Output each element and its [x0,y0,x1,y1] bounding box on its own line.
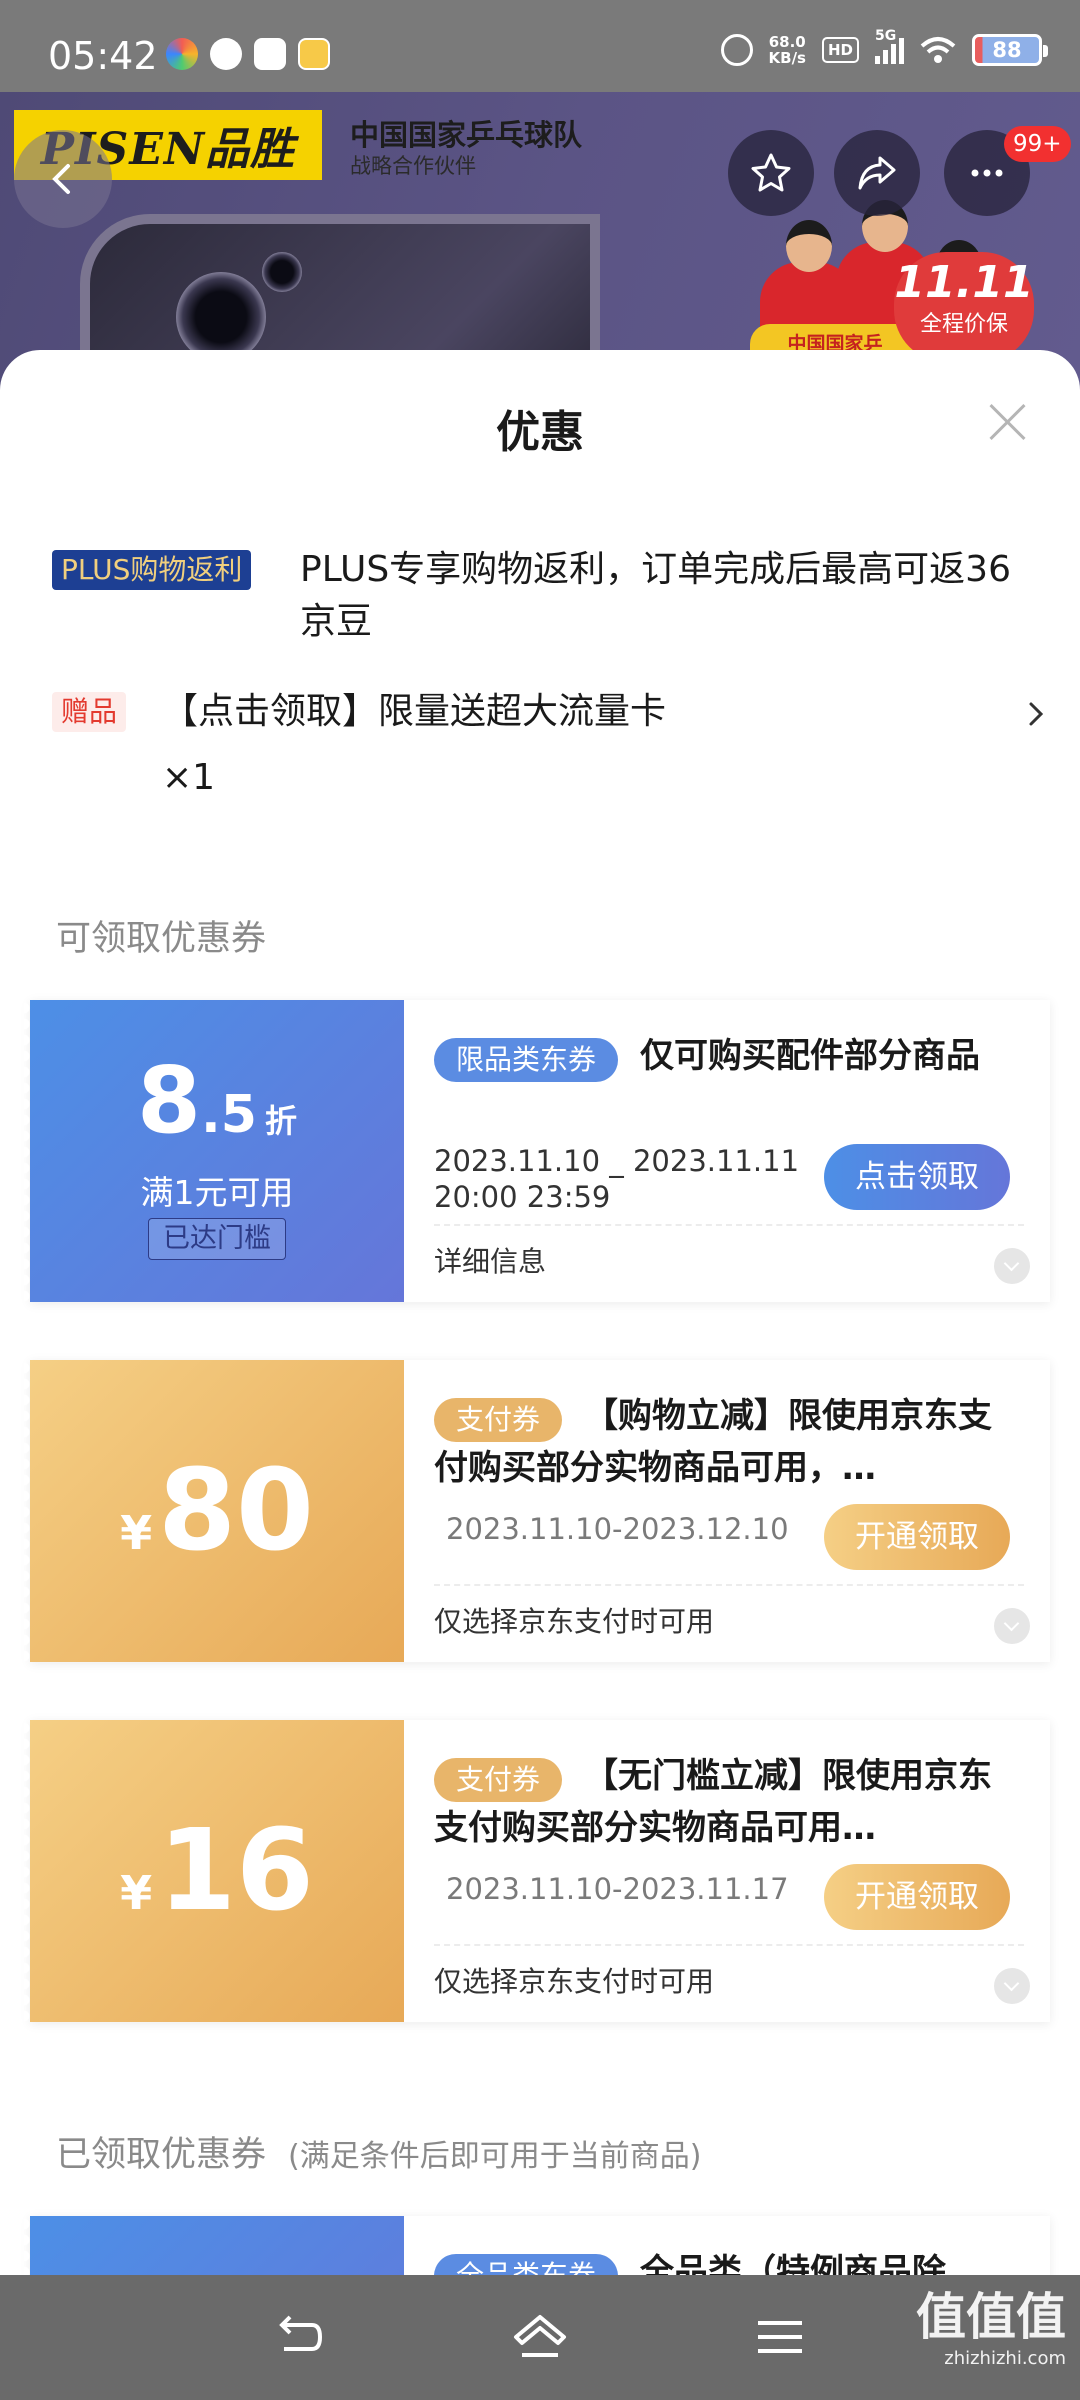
coupon-card: 8.5 折 满1元可用 已达门槛 限品类东券 仅可购买配件部分商品 2023.11… [24,1000,1050,1302]
back-nav-icon[interactable] [268,2305,332,2369]
status-indicators: 68.0 KB/s HD 5G 88 [720,28,1048,66]
gift-text: 【点击领取】限量送超大流量卡 [162,691,667,732]
home-nav-icon[interactable] [508,2305,572,2369]
coupon-title: 【无门槛立减】限使用京东支付购买部分实物商品可用… [434,1756,992,1848]
coupon-condition: 满1元可用 [140,1173,294,1212]
chevron-left-icon [52,164,70,194]
discount-decimal: .5 [201,1085,257,1145]
share-button[interactable] [834,130,920,216]
claim-button[interactable]: 点击领取 [824,1144,1010,1210]
net-speed-unit: KB/s [768,49,806,67]
coupon-value-panel: ¥80 [24,1360,404,1662]
activate-claim-button[interactable]: 开通领取 [824,1504,1010,1570]
activate-claim-button[interactable]: 开通领取 [824,1864,1010,1930]
mail-icon [254,38,286,70]
back-button[interactable] [14,130,112,228]
menu-nav-icon[interactable] [748,2305,812,2369]
coupon-divider [434,1944,1024,1946]
amount-value: 16 [158,1806,314,1936]
coupon-card: ¥16 支付券 【无门槛立减】限使用京东支付购买部分实物商品可用… 2023.1… [24,1720,1050,2022]
claimed-title-text: 已领取优惠券 [56,2135,267,2175]
watermark-url: zhizhizhi.com [944,2348,1066,2369]
promo-date: 11.11 [894,257,1034,308]
favorite-button[interactable] [728,130,814,216]
message-count-badge: 99+ [1004,126,1071,162]
coupon-info: 支付券 【购物立减】限使用京东支付购买部分实物商品可用，… 2023.11.10… [404,1360,1050,1662]
sheet-title: 优惠 [496,407,584,458]
chevron-down-icon[interactable] [994,1248,1030,1284]
status-bar: 05:42 68.0 KB/s HD 5G 88 [0,0,1080,92]
signal-icon: 5G [875,28,904,64]
gift-row[interactable]: 赠品 【点击领取】限量送超大流量卡 ×1 [52,686,1044,816]
watermark-text: 值值值 [916,2288,1066,2346]
coupon-value-panel: 8.5 折 满1元可用 已达门槛 [24,1000,404,1302]
network-type: 5G [875,28,897,44]
plus-tag: PLUS购物返利 [52,550,252,590]
claimed-note: (满足条件后即可用于当前商品) [288,2139,702,2174]
share-icon [858,156,896,190]
system-nav-bar: 值值值 zhizhizhi.com [0,2275,1080,2400]
photos-icon [166,38,198,70]
coupon-date: 2023.11.10-2023.12.10 [446,1512,789,1546]
coupon-divider [434,1224,1024,1226]
battery-icon: 88 [972,34,1048,66]
status-time: 05:42 [48,34,158,78]
watermark: 值值值 zhizhizhi.com [916,2287,1066,2371]
currency-symbol: ¥ [120,1506,153,1560]
coupon-value-panel [24,2216,404,2275]
coupon-title: 【购物立减】限使用京东支付购买部分实物商品可用，… [434,1396,992,1488]
available-coupons-title: 可领取优惠券 [56,919,267,959]
alarm-icon [720,34,753,66]
star-icon [751,153,791,192]
coupon-divider [434,1584,1024,1586]
coupon-info: 限品类东券 仅可购买配件部分商品 2023.11.10 _ 2023.11.11… [404,1000,1050,1302]
chevron-down-icon[interactable] [994,1968,1030,2004]
hd-badge: HD [821,37,859,63]
promo-label: 全程价保 [919,312,1008,337]
coupon-amount: ¥80 [30,1450,404,1572]
discount-unit: 折 [264,1102,297,1140]
net-speed-value: 68.0 [768,33,806,51]
discount-value: 8.5 折 [30,1046,404,1156]
message-icon [210,38,242,70]
coupon-card: ¥80 支付券 【购物立减】限使用京东支付购买部分实物商品可用，… 2023.1… [24,1360,1050,1662]
coupon-footer-note: 仅选择京东支付时可用 [434,1965,715,1998]
net-speed: 68.0 KB/s [769,34,806,66]
product-banner: PISEN品胜 中国国家乒乓球队 战略合作伙伴 中国国家乒 11.11 全程价保… [0,92,1080,392]
claimed-coupons-title: 已领取优惠券 (满足条件后即可用于当前商品) [56,2126,701,2177]
partner-title: 中国国家乒乓球队 [350,118,583,152]
partner-subtitle: 战略合作伙伴 [350,154,476,178]
amount-value: 80 [158,1446,314,1576]
discount-sheet: 优惠 PLUS购物返利 PLUS专享购物返利，订单完成后最高可返36京豆 赠品 … [0,350,1080,2275]
chevron-down-icon[interactable] [994,1608,1030,1644]
price-protect-badge: 11.11 全程价保 [894,252,1034,362]
coupon-info: 全品类东券 全品类（特例商品除 [404,2216,1050,2275]
coupon-date-line1: 2023.11.10 _ 2023.11.11 [434,1144,800,1178]
coupon-date-line2: 20:00 23:59 [434,1180,611,1214]
camera-lens [176,272,266,362]
close-icon[interactable] [988,402,1028,442]
notification-icons [166,38,330,70]
coupon-amount: ¥16 [30,1810,404,1932]
coupon-info: 支付券 【无门槛立减】限使用京东支付购买部分实物商品可用… 2023.11.10… [404,1720,1050,2022]
plus-rebate-text: PLUS专享购物返利，订单完成后最高可返36京豆 [300,549,1011,642]
coupon-value-panel: ¥16 [24,1720,404,2022]
currency-symbol: ¥ [120,1866,153,1920]
wifi-icon [920,37,956,63]
app-icon [298,38,330,70]
coupon-title: 全品类（特例商品除 [640,2252,946,2275]
coupon-details-link[interactable]: 详细信息 [434,1240,546,1284]
coupon-title: 仅可购买配件部分商品 [640,1036,980,1076]
gift-quantity: ×1 [162,757,216,798]
coupon-card: 全品类东券 全品类（特例商品除 [24,2216,1050,2275]
discount-integer: 8 [137,1047,202,1154]
coupon-date: 2023.11.10-2023.11.17 [446,1872,789,1906]
gift-tag: 赠品 [52,692,127,732]
chevron-right-icon [1029,702,1044,726]
more-dots-icon [971,169,1003,177]
coupon-footer-note: 仅选择京东支付时可用 [434,1605,715,1638]
camera-lens-small [262,252,302,292]
threshold-reached-badge: 已达门槛 [148,1218,286,1260]
